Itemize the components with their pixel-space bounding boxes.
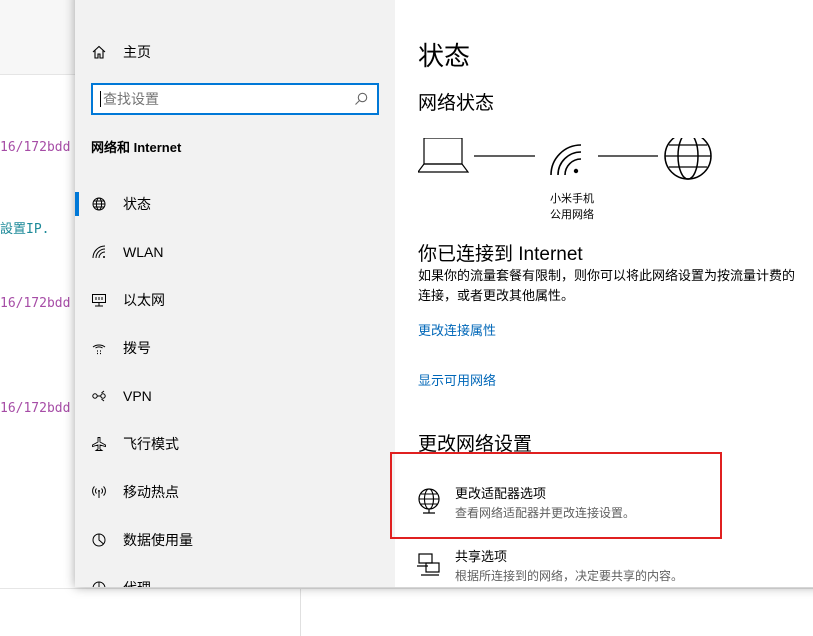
wifi-icon [89, 242, 109, 262]
nav-item-label: 代理 [123, 578, 151, 587]
network-status-heading: 网络状态 [418, 93, 495, 114]
code-line: 16/172bdd [0, 140, 71, 155]
description-line: 如果你的流量套餐有限制，则你可以将此网络设置为按流量计费的 [418, 268, 796, 283]
wifi-signal-icon [550, 144, 582, 176]
nav-item-label: 飞行模式 [123, 436, 179, 452]
nav-home-label: 主页 [123, 44, 151, 60]
globe-icon [89, 194, 109, 214]
option-description: 根据所连接到的网络，决定要共享的内容。 [455, 569, 684, 583]
laptop-icon [418, 138, 470, 173]
nav-item-label: WLAN [123, 244, 164, 260]
nav-item-wlan[interactable]: WLAN [75, 228, 395, 276]
network-type: 公用网络 [550, 209, 594, 221]
airplane-icon [89, 434, 109, 454]
nav-item-proxy[interactable]: 代理 [75, 564, 395, 587]
code-line: 16/172bdd [0, 296, 71, 311]
nav-item-status[interactable]: 状态 [75, 180, 395, 228]
nav-item-label: 数据使用量 [123, 532, 193, 548]
editor-header-area [0, 0, 80, 75]
home-icon [89, 42, 109, 62]
nav-section-title: 网络和 Internet [91, 140, 182, 155]
sharing-options[interactable]: 共享选项 根据所连接到的网络，决定要共享的内容。 [415, 547, 715, 587]
nav-item-label: 以太网 [123, 292, 165, 308]
editor-bottom-bar [0, 588, 813, 636]
editor-divider [300, 589, 301, 636]
show-available-networks-link[interactable]: 显示可用网络 [418, 370, 496, 389]
proxy-icon [89, 578, 109, 587]
phone-network-label: 小米手机 公用网络 [543, 191, 601, 223]
nav-item-label: 移动热点 [123, 484, 179, 500]
nav-item-airplane-mode[interactable]: 飞行模式 [75, 420, 395, 468]
network-name: 小米手机 [550, 193, 594, 205]
description-line: 连接，或者更改其他属性。 [418, 288, 575, 303]
page-title: 状态 [418, 41, 471, 71]
change-connection-properties-link[interactable]: 更改连接属性 [418, 320, 496, 339]
nav-item-label: 拨号 [123, 340, 151, 356]
nav-item-mobile-hotspot[interactable]: 移动热点 [75, 468, 395, 516]
nav-item-label: VPN [123, 388, 152, 404]
hotspot-icon [89, 482, 109, 502]
internet-globe-icon [664, 138, 712, 180]
connected-description: 如果你的流量套餐有限制，则你可以将此网络设置为按流量计费的 连接，或者更改其他属… [418, 266, 813, 306]
option-title: 共享选项 [455, 549, 508, 564]
nav-home[interactable]: 主页 [89, 40, 151, 64]
sharing-icon [415, 551, 443, 579]
connected-heading: 你已连接到 Internet [418, 244, 583, 265]
data-usage-icon [89, 530, 109, 550]
nav-item-dialup[interactable]: 拨号 [75, 324, 395, 372]
ethernet-icon [89, 290, 109, 310]
code-line: 16/172bdd [0, 401, 71, 416]
search-box[interactable] [91, 83, 379, 115]
search-input[interactable] [93, 85, 343, 113]
code-line: 設置IP. [0, 222, 50, 237]
highlight-box [390, 452, 722, 539]
nav-item-ethernet[interactable]: 以太网 [75, 276, 395, 324]
nav-item-label: 状态 [123, 196, 151, 212]
nav-item-data-usage[interactable]: 数据使用量 [75, 516, 395, 564]
text-cursor [100, 91, 101, 107]
settings-nav-pane: 主页 网络和 Internet 状态 WLAN 以太网 [75, 0, 395, 587]
vpn-icon [89, 386, 109, 406]
dialup-icon [89, 338, 109, 358]
nav-item-vpn[interactable]: VPN [75, 372, 395, 420]
search-icon[interactable] [353, 91, 369, 107]
